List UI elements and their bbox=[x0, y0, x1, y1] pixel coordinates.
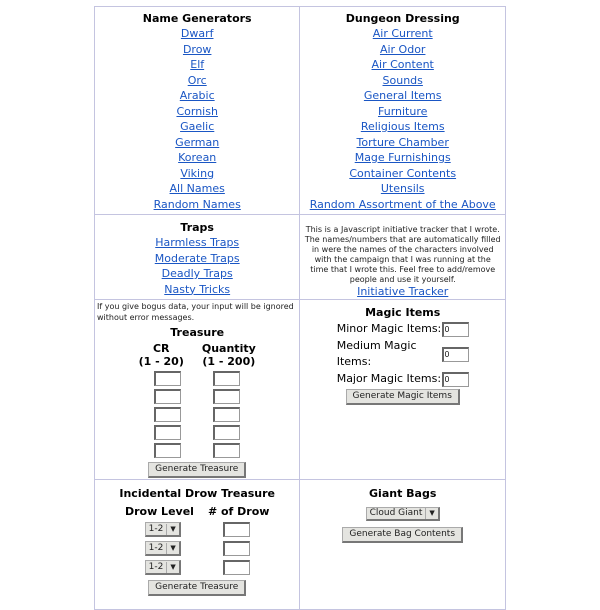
drow-level-value: 1-2 bbox=[148, 523, 164, 534]
magic-item-label: Major Magic Items: bbox=[336, 372, 442, 385]
dungeon-dressing-link[interactable]: Religious Items bbox=[300, 119, 505, 135]
traps-cell: Traps Harmless Traps Moderate Traps Deadly… bbox=[93, 214, 301, 300]
drow-level-select[interactable]: 1-2 ▼ bbox=[144, 560, 181, 575]
drow-level-select[interactable]: 1-2 ▼ bbox=[144, 522, 181, 537]
name-generator-link[interactable]: Elf bbox=[95, 57, 299, 73]
treasure-row bbox=[95, 371, 299, 386]
dungeon-dressing-link[interactable]: Air Odor bbox=[300, 42, 505, 58]
magic-item-count-input[interactable] bbox=[441, 321, 469, 337]
drow-level-select[interactable]: 1-2 ▼ bbox=[144, 541, 181, 556]
trap-link[interactable]: Nasty Tricks bbox=[95, 282, 299, 298]
treasure-row bbox=[95, 425, 299, 440]
dungeon-dressing-link[interactable]: Sounds bbox=[300, 73, 505, 89]
drow-treasure-title: Incidental Drow Treasure bbox=[119, 487, 276, 500]
cr-input[interactable] bbox=[154, 389, 182, 404]
chevron-down-icon: ▼ bbox=[425, 508, 437, 519]
treasure-row bbox=[95, 407, 299, 422]
drow-level-value: 1-2 bbox=[148, 561, 164, 572]
magic-item-row: Medium Magic Items: bbox=[300, 338, 505, 370]
name-generator-link[interactable]: Cornish bbox=[95, 104, 299, 120]
quantity-input[interactable] bbox=[213, 371, 241, 386]
drow-count-input[interactable] bbox=[222, 560, 250, 575]
magic-items-title: Magic Items bbox=[365, 306, 441, 319]
dungeon-dressing-link[interactable]: Furniture bbox=[300, 104, 505, 120]
name-generator-link[interactable]: All Names bbox=[95, 181, 299, 197]
generate-bag-contents-button[interactable]: Generate Bag Contents bbox=[342, 527, 464, 543]
name-generator-link[interactable]: Dwarf bbox=[95, 26, 299, 42]
giant-type-value: Cloud Giant bbox=[369, 508, 423, 518]
drow-row: 1-2 ▼ bbox=[95, 522, 299, 537]
giant-bags-title: Giant Bags bbox=[369, 487, 437, 500]
cr-header: CR bbox=[152, 342, 170, 355]
treasure-cell: If you give bogus data, your input will … bbox=[93, 299, 301, 480]
chevron-down-icon: ▼ bbox=[166, 523, 178, 535]
name-generators-cell: Name Generators Dwarf Drow Elf Orc Arabic Cor… bbox=[93, 6, 301, 215]
quantity-input[interactable] bbox=[213, 425, 241, 440]
magic-item-count-input[interactable] bbox=[441, 371, 469, 387]
giant-type-select[interactable]: Cloud Giant ▼ bbox=[365, 507, 440, 521]
drow-row: 1-2 ▼ bbox=[95, 541, 299, 556]
initiative-cell: This is a Javascript initiative tracker … bbox=[299, 214, 506, 300]
dungeon-dressing-link[interactable]: Utensils bbox=[300, 181, 505, 197]
magic-item-label: Medium Magic Items: bbox=[336, 339, 417, 368]
generate-drow-treasure-button[interactable]: Generate Treasure bbox=[148, 580, 247, 596]
name-generator-link[interactable]: Random Names bbox=[95, 197, 299, 213]
drow-row: 1-2 ▼ bbox=[95, 560, 299, 575]
treasure-row bbox=[95, 389, 299, 404]
initiative-description: This is a Javascript initiative tracker … bbox=[304, 225, 501, 284]
dungeon-dressing-link[interactable]: Container Contents bbox=[300, 166, 505, 182]
dungeon-dressing-link[interactable]: General Items bbox=[300, 88, 505, 104]
drow-count-input[interactable] bbox=[222, 541, 250, 556]
cr-input[interactable] bbox=[154, 371, 182, 386]
drow-count-header: # of Drow bbox=[207, 505, 270, 518]
dungeon-dressing-link[interactable]: Air Current bbox=[300, 26, 505, 42]
quantity-input[interactable] bbox=[213, 407, 241, 422]
magic-items-cell: Magic Items Minor Magic Items: Medium Mag… bbox=[299, 299, 506, 480]
name-generator-link[interactable]: German bbox=[95, 135, 299, 151]
cr-input[interactable] bbox=[154, 425, 182, 440]
bogus-data-note: If you give bogus data, your input will … bbox=[97, 302, 294, 322]
magic-item-count-input[interactable] bbox=[441, 346, 469, 362]
trap-link[interactable]: Moderate Traps bbox=[95, 251, 299, 267]
quantity-header: Quantity bbox=[201, 342, 256, 355]
chevron-down-icon: ▼ bbox=[166, 542, 178, 554]
name-generator-link[interactable]: Drow bbox=[95, 42, 299, 58]
dungeon-dressing-link[interactable]: Mage Furnishings bbox=[300, 150, 505, 166]
name-generator-link[interactable]: Viking bbox=[95, 166, 299, 182]
quantity-range: (1 - 200) bbox=[202, 355, 256, 368]
treasure-title: Treasure bbox=[170, 326, 225, 339]
drow-level-value: 1-2 bbox=[148, 542, 164, 553]
initiative-tracker-link[interactable]: Initiative Tracker bbox=[357, 285, 448, 298]
dungeon-dressing-link[interactable]: Torture Chamber bbox=[300, 135, 505, 151]
name-generator-link[interactable]: Korean bbox=[95, 150, 299, 166]
generate-magic-items-button[interactable]: Generate Magic Items bbox=[345, 389, 460, 405]
drow-count-input[interactable] bbox=[222, 522, 250, 537]
quantity-input[interactable] bbox=[213, 443, 241, 458]
magic-item-row: Major Magic Items: bbox=[300, 371, 505, 387]
traps-title: Traps bbox=[180, 221, 214, 234]
trap-link[interactable]: Deadly Traps bbox=[95, 266, 299, 282]
treasure-row bbox=[95, 443, 299, 458]
cr-input[interactable] bbox=[154, 443, 182, 458]
trap-link[interactable]: Harmless Traps bbox=[95, 235, 299, 251]
giant-bags-cell: Giant Bags Cloud Giant ▼ Generate Bag Co… bbox=[299, 479, 506, 610]
name-generator-link[interactable]: Orc bbox=[95, 73, 299, 89]
name-generators-title: Name Generators bbox=[142, 12, 252, 25]
chevron-down-icon: ▼ bbox=[166, 561, 178, 573]
dungeon-dressing-cell: Dungeon Dressing Air Current Air Odor Air … bbox=[299, 6, 506, 215]
name-generator-link[interactable]: Gaelic bbox=[95, 119, 299, 135]
generate-treasure-button[interactable]: Generate Treasure bbox=[148, 462, 247, 478]
quantity-input[interactable] bbox=[213, 389, 241, 404]
dungeon-dressing-link[interactable]: Air Content bbox=[300, 57, 505, 73]
dungeon-dressing-title: Dungeon Dressing bbox=[345, 12, 460, 25]
name-generator-link[interactable]: Arabic bbox=[95, 88, 299, 104]
drow-treasure-cell: Incidental Drow Treasure Drow Level # of… bbox=[93, 479, 301, 610]
dungeon-dressing-link[interactable]: Random Assortment of the Above bbox=[300, 197, 505, 213]
tools-table: Name Generators Dwarf Drow Elf Orc Arabic Cor… bbox=[93, 6, 506, 610]
magic-item-row: Minor Magic Items: bbox=[300, 321, 505, 337]
magic-item-label: Minor Magic Items: bbox=[336, 322, 442, 335]
cr-input[interactable] bbox=[154, 407, 182, 422]
drow-level-header: Drow Level bbox=[124, 505, 194, 518]
cr-range: (1 - 20) bbox=[138, 355, 184, 368]
